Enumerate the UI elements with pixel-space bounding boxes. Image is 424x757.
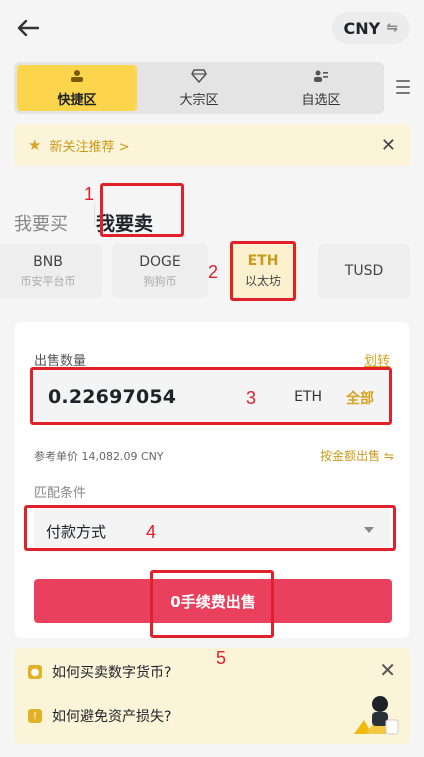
annotation-number-3: 3 xyxy=(246,388,257,408)
match-conditions-label: 匹配条件 xyxy=(34,486,87,501)
help-item-trade[interactable]: ● 如何买卖数字货币? xyxy=(28,662,171,682)
tab-block-zone-label: 大宗区 xyxy=(179,92,219,108)
zone-tabs: 快捷区 大宗区 自选区 xyxy=(14,62,384,114)
diamond-icon xyxy=(191,68,207,86)
back-arrow-icon[interactable] xyxy=(14,14,42,42)
currency-label: CNY xyxy=(343,18,381,38)
recommendation-text: 新关注推荐 > xyxy=(49,139,130,155)
coin-symbol: DOGE xyxy=(139,253,181,270)
annotation-number-2: 2 xyxy=(208,262,219,282)
sell-by-amount-toggle[interactable]: 按金额出售 ⇋ xyxy=(320,447,394,464)
mascot-illustration xyxy=(350,690,400,736)
help-item-safety[interactable]: ! 如何避免资产损失? xyxy=(28,706,171,726)
coin-option-tusd[interactable]: TUSD xyxy=(318,244,410,298)
recommendation-banner[interactable]: ★ 新关注推荐 > ✕ xyxy=(14,124,410,166)
tab-block-zone[interactable]: 大宗区 xyxy=(139,65,259,111)
tab-favorites-zone-label: 自选区 xyxy=(301,92,341,108)
hamburger-menu-icon[interactable] xyxy=(396,80,410,94)
help-item-label: 如何买卖数字货币? xyxy=(52,665,172,681)
coin-option-doge[interactable]: DOGE 狗狗币 xyxy=(112,244,208,298)
swap-arrows-icon: ⇋ xyxy=(386,20,398,36)
annotation-box-3 xyxy=(30,367,392,425)
coin-icon: ● xyxy=(28,665,42,679)
shield-icon: ! xyxy=(28,709,42,723)
tab-quick-zone-label: 快捷区 xyxy=(57,92,97,108)
p2p-sell-page: CNY ⇋ 快捷区 大宗区 自选区 ★ 新关注推荐 > ✕ 我要买 我要卖 BN… xyxy=(0,0,424,757)
annotation-number-4: 4 xyxy=(146,522,157,542)
annotation-box-2 xyxy=(230,241,296,301)
top-bar: CNY ⇋ xyxy=(0,0,424,56)
coin-name: 币安平台币 xyxy=(20,274,76,288)
annotation-box-5 xyxy=(150,570,274,638)
coin-symbol: TUSD xyxy=(344,263,384,279)
help-panel: ● 如何买卖数字货币? ! 如何避免资产损失? ✕ xyxy=(14,648,410,744)
annotation-number-5: 5 xyxy=(216,648,227,668)
user-group-icon xyxy=(69,69,85,86)
coin-name: 狗狗币 xyxy=(143,274,177,288)
annotation-box-4 xyxy=(24,505,396,551)
tab-quick-zone[interactable]: 快捷区 xyxy=(17,65,137,111)
reference-price: 参考单价 14,082.09 CNY xyxy=(34,450,164,463)
annotation-number-1: 1 xyxy=(84,184,95,204)
currency-selector[interactable]: CNY ⇋ xyxy=(331,12,410,44)
tab-divider xyxy=(94,204,95,226)
tab-buy[interactable]: 我要买 xyxy=(14,210,68,236)
star-icon: ★ xyxy=(28,136,42,154)
annotation-box-1 xyxy=(100,183,184,237)
coin-option-bnb[interactable]: BNB 币安平台币 xyxy=(0,244,102,298)
user-card-icon xyxy=(313,69,329,86)
help-item-label: 如何避免资产损失? xyxy=(52,709,172,725)
close-icon[interactable]: ✕ xyxy=(379,658,396,682)
close-icon[interactable]: ✕ xyxy=(381,135,396,156)
coin-symbol: BNB xyxy=(33,253,63,270)
tab-favorites-zone[interactable]: 自选区 xyxy=(261,65,381,111)
